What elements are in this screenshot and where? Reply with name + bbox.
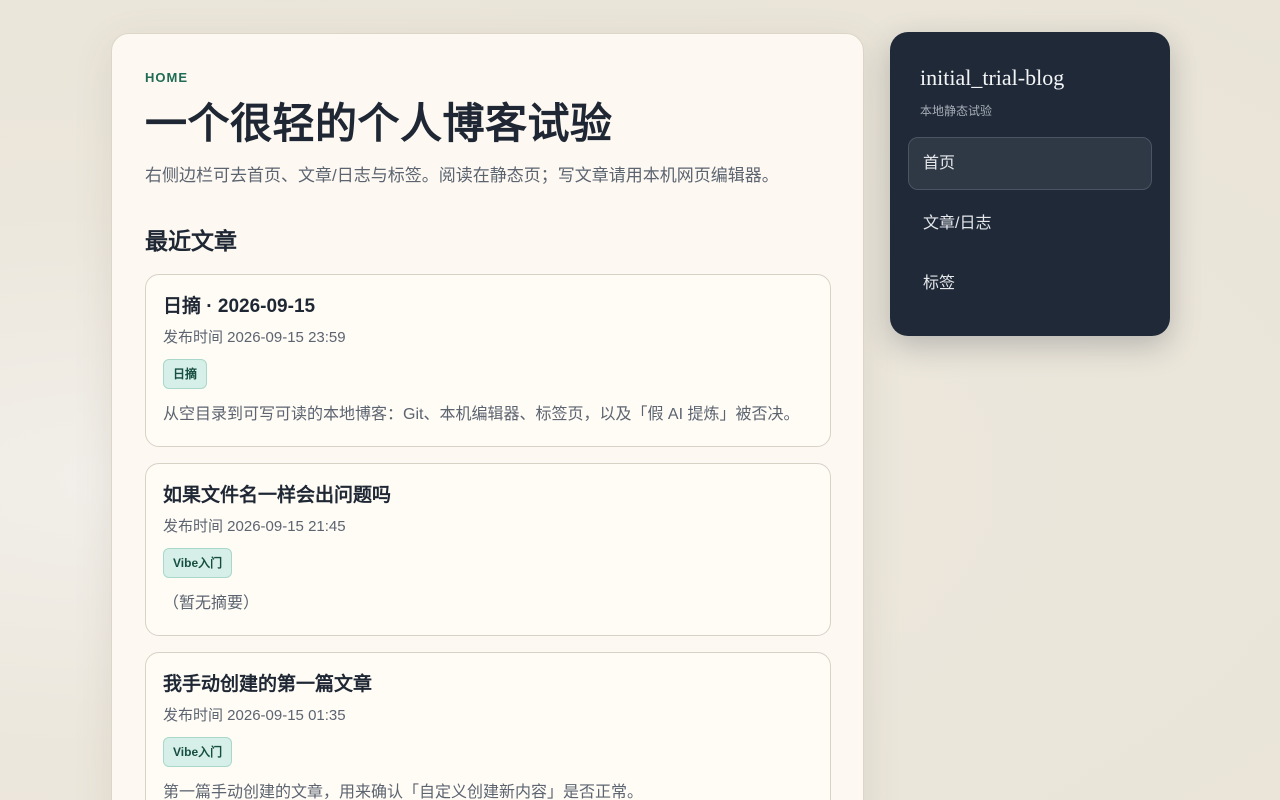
post-date: 发布时间 2026-09-15 21:45 bbox=[163, 518, 346, 535]
post-excerpt: （暂无摘要） bbox=[163, 595, 260, 612]
post-date: 发布时间 2026-09-15 01:35 bbox=[163, 707, 346, 724]
sidebar-item-home[interactable]: 首页 bbox=[908, 137, 1152, 190]
post-excerpt: 第一篇手动创建的文章，用来确认「自定义创建新内容」是否正常。 bbox=[163, 784, 644, 800]
tag-badge[interactable]: Vibe入门 bbox=[163, 737, 233, 767]
post-list: 日摘 · 2026-09-15 发布时间 2026-09-15 23:59 日摘… bbox=[145, 274, 831, 800]
page-eyebrow: HOME bbox=[145, 70, 188, 85]
sidebar-nav: 首页 文章/日志 标签 bbox=[908, 137, 1152, 310]
site-subtitle: 本地静态试验 bbox=[920, 104, 993, 118]
post-card[interactable]: 我手动创建的第一篇文章 发布时间 2026-09-15 01:35 Vibe入门… bbox=[145, 652, 831, 800]
tag-badge[interactable]: 日摘 bbox=[163, 359, 208, 389]
post-excerpt: 从空目录到可写可读的本地博客：Git、本机编辑器、标签页，以及「假 AI 提炼」… bbox=[163, 406, 800, 423]
main-content-card: HOME 一个很轻的个人博客试验 右侧边栏可去首页、文章/日志与标签。阅读在静态… bbox=[111, 33, 864, 800]
section-title-recent-posts: 最近文章 bbox=[145, 228, 237, 254]
post-card[interactable]: 日摘 · 2026-09-15 发布时间 2026-09-15 23:59 日摘… bbox=[145, 274, 831, 447]
post-title-link[interactable]: 如果文件名一样会出问题吗 bbox=[163, 485, 813, 507]
sidebar: initial_trial-blog 本地静态试验 首页 文章/日志 标签 bbox=[890, 32, 1170, 336]
sidebar-item-tags[interactable]: 标签 bbox=[908, 257, 1152, 310]
site-brand[interactable]: initial_trial-blog bbox=[920, 65, 1152, 91]
page-title: 一个很轻的个人博客试验 bbox=[145, 100, 613, 147]
sidebar-item-posts[interactable]: 文章/日志 bbox=[908, 197, 1152, 250]
post-title-link[interactable]: 日摘 · 2026-09-15 bbox=[163, 296, 813, 318]
tag-badge[interactable]: Vibe入门 bbox=[163, 548, 233, 578]
post-title-link[interactable]: 我手动创建的第一篇文章 bbox=[163, 674, 813, 696]
page-description: 右侧边栏可去首页、文章/日志与标签。阅读在静态页；写文章请用本机网页编辑器。 bbox=[145, 166, 779, 185]
post-card[interactable]: 如果文件名一样会出问题吗 发布时间 2026-09-15 21:45 Vibe入… bbox=[145, 463, 831, 636]
post-date: 发布时间 2026-09-15 23:59 bbox=[163, 329, 346, 346]
